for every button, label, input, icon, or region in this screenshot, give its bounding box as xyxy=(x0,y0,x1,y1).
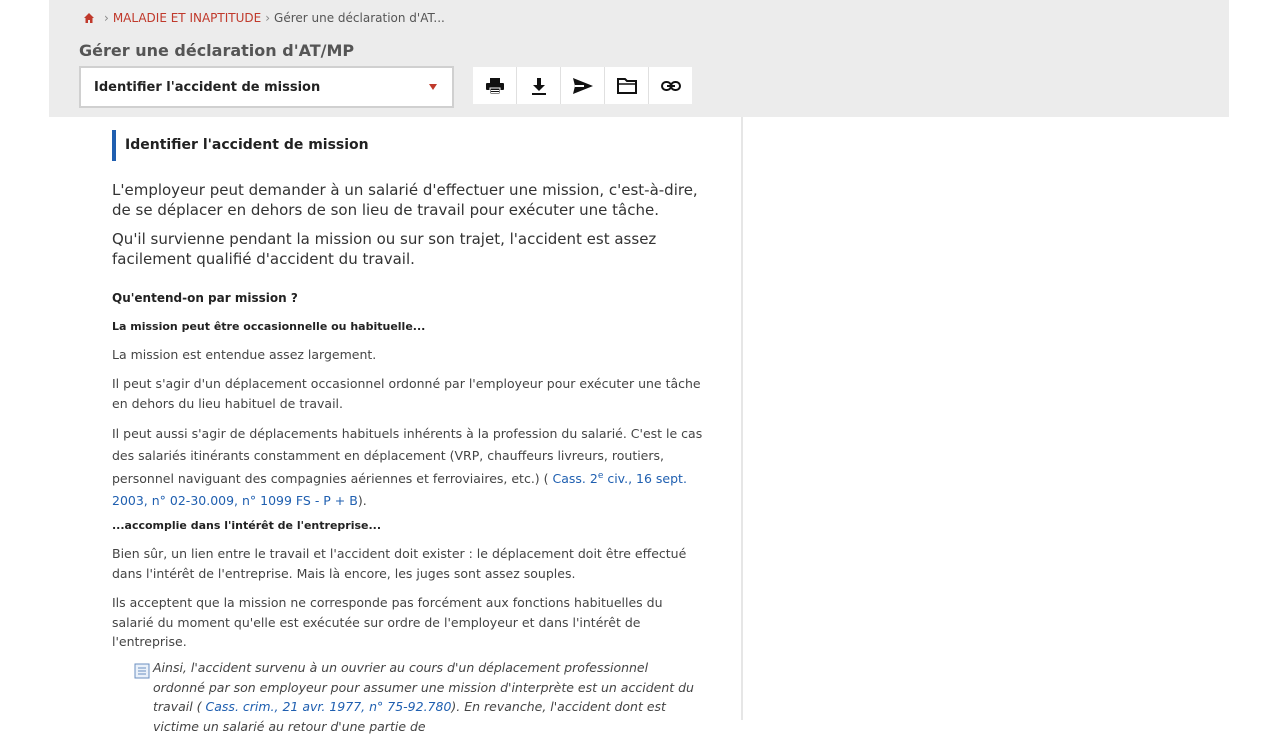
paragraph-4: Bien sûr, un lien entre le travail et l'… xyxy=(112,546,687,581)
section-select-value: Identifier l'accident de mission xyxy=(94,79,321,95)
page-title: Gérer une déclaration d'AT/MP xyxy=(79,41,355,60)
paragraph-1: La mission est entendue assez largement. xyxy=(112,347,377,362)
breadcrumb: › MALADIE ET INAPTITUDE › Gérer une décl… xyxy=(83,11,445,25)
link-button[interactable] xyxy=(649,67,692,104)
paragraph-3-end: ). xyxy=(357,492,367,508)
breadcrumb-current: Gérer une déclaration d'AT... xyxy=(274,11,445,25)
paragraph-3: Il peut aussi s'agir de déplacements hab… xyxy=(112,423,707,511)
jurisprudence-note: Ainsi, l'accident survenu à un ouvrier a… xyxy=(153,658,698,736)
send-icon xyxy=(572,77,593,94)
toolbar xyxy=(473,67,692,104)
breadcrumb-link-section[interactable]: MALADIE ET INAPTITUDE xyxy=(113,11,261,25)
case-law-link-2[interactable]: Cass. crim., 21 avr. 1977, n° 75-92.780 xyxy=(206,699,452,714)
folder-button[interactable] xyxy=(605,67,649,104)
section-title: Identifier l'accident de mission xyxy=(112,130,369,161)
breadcrumb-separator: › xyxy=(265,11,271,25)
link-icon xyxy=(660,80,681,91)
home-icon[interactable] xyxy=(83,12,95,24)
note-icon xyxy=(134,663,150,679)
download-icon xyxy=(531,77,546,95)
subheading-interest: ...accomplie dans l'intérêt de l'entrepr… xyxy=(112,519,382,532)
header-bar: › MALADIE ET INAPTITUDE › Gérer une décl… xyxy=(49,0,1229,117)
printer-icon xyxy=(485,77,504,94)
send-button[interactable] xyxy=(561,67,605,104)
breadcrumb-separator: › xyxy=(104,11,109,25)
lead-paragraph-2: Qu'il survienne pendant la mission ou su… xyxy=(112,230,657,268)
print-button[interactable] xyxy=(473,67,517,104)
section-select[interactable]: Identifier l'accident de mission xyxy=(79,66,454,108)
column-divider xyxy=(741,117,743,720)
paragraph-2: Il peut s'agir d'un déplacement occasion… xyxy=(112,376,701,411)
subheading-occasional: La mission peut être occasionnelle ou ha… xyxy=(112,320,426,333)
chevron-down-icon xyxy=(429,84,437,90)
case-law-link-1-a: Cass. 2 xyxy=(552,471,598,487)
download-button[interactable] xyxy=(517,67,561,104)
lead-paragraph-1: L'employeur peut demander à un salarié d… xyxy=(112,181,698,219)
subheading-mission: Qu'entend-on par mission ? xyxy=(112,291,298,305)
paragraph-5: Ils acceptent que la mission ne correspo… xyxy=(112,595,663,650)
folder-icon xyxy=(616,78,637,94)
